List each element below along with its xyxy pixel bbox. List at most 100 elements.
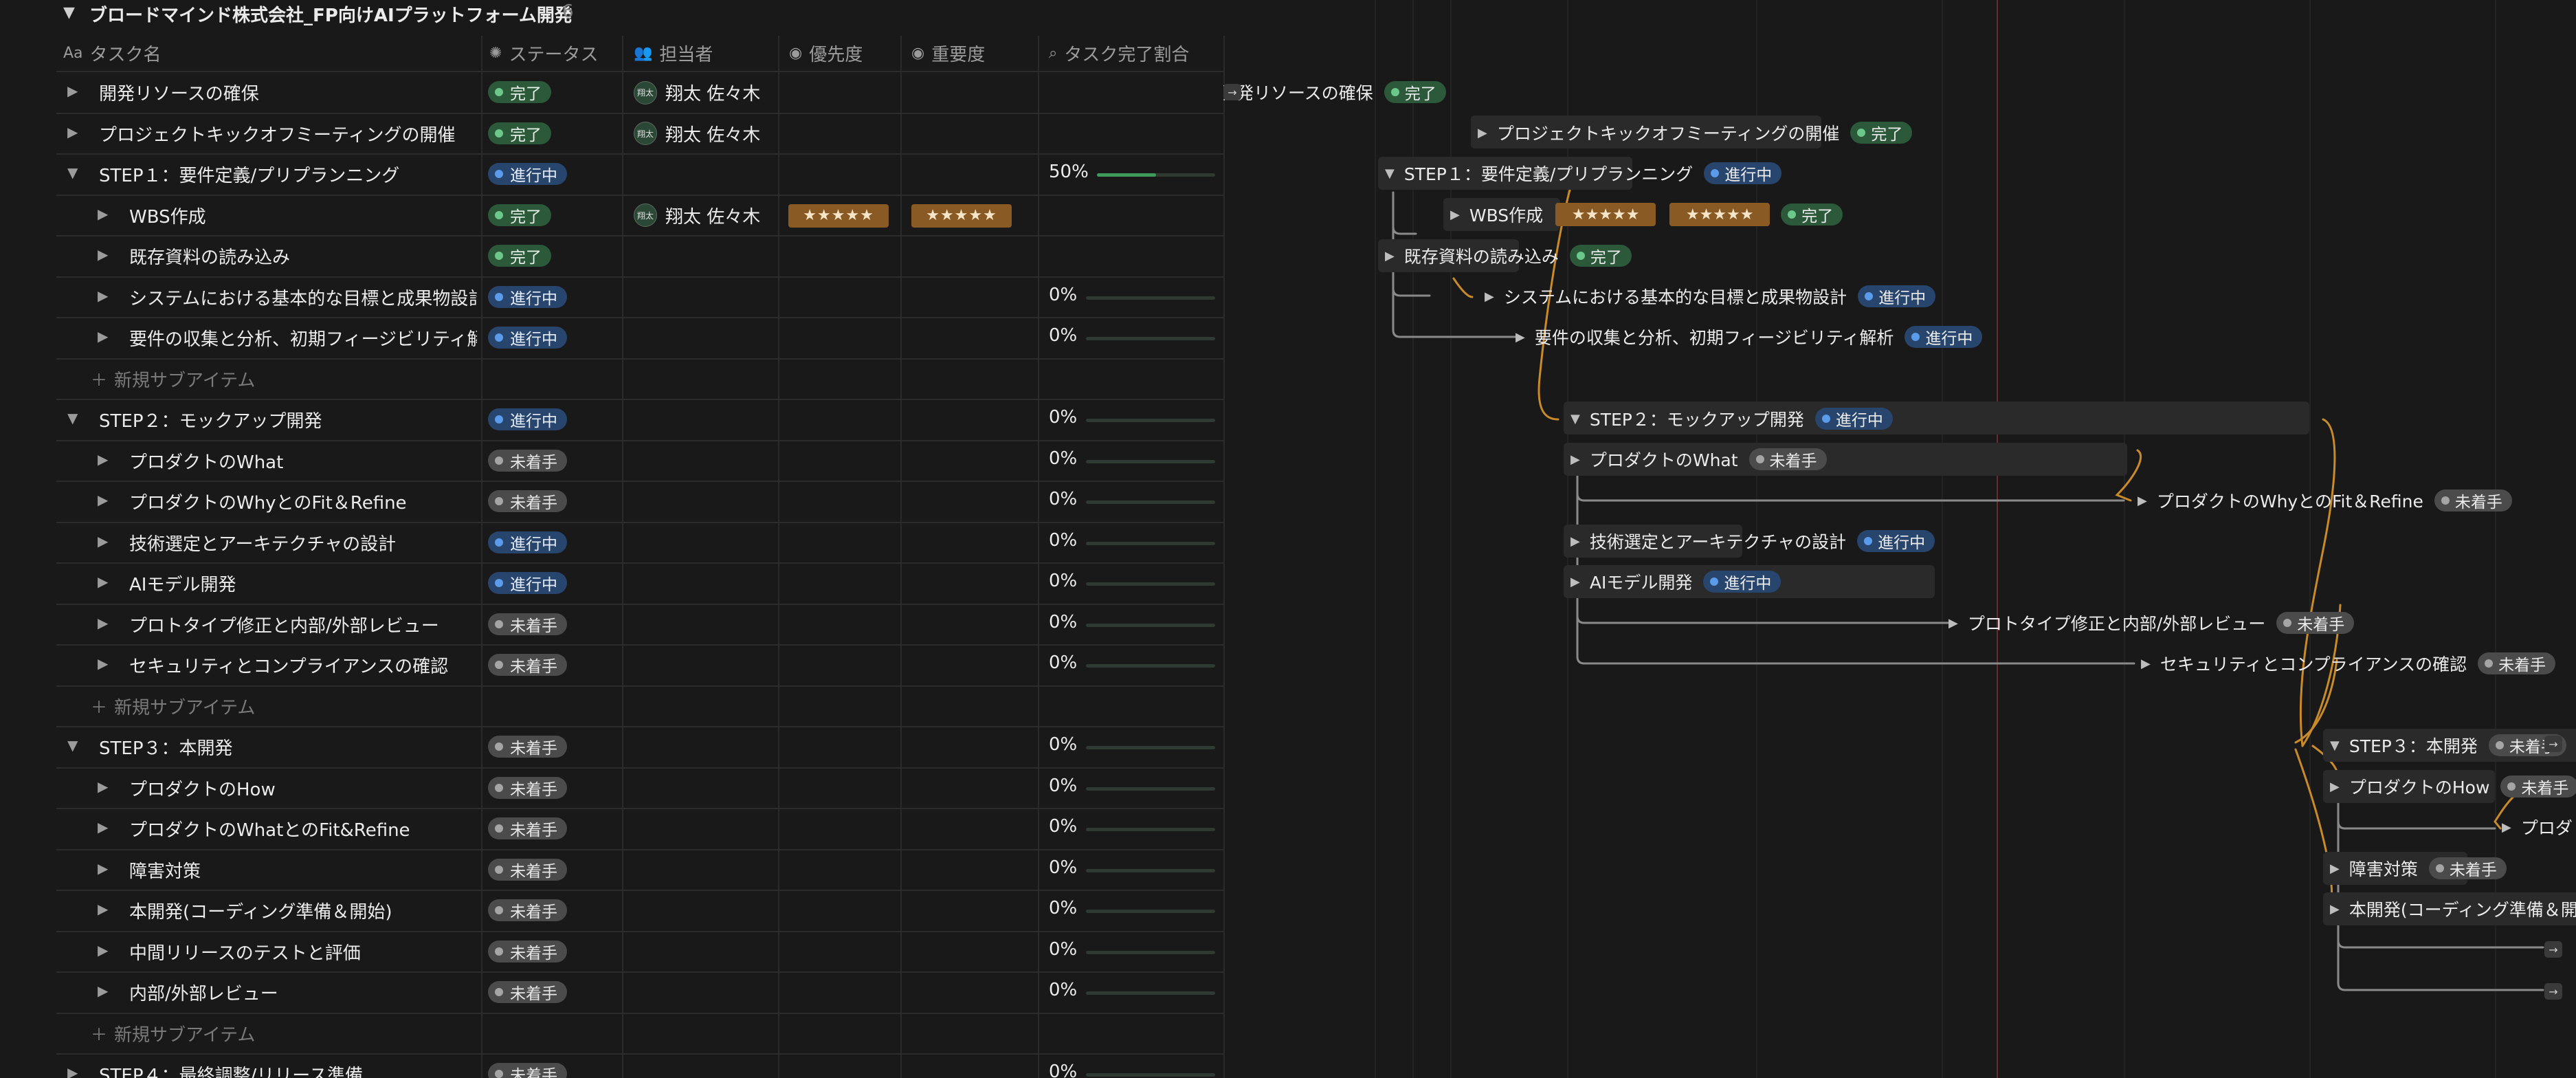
expand-triangle-icon[interactable]: ▶: [1570, 452, 1580, 467]
expand-triangle-icon[interactable]: ▼: [67, 737, 78, 754]
status-badge[interactable]: 未着手: [488, 981, 567, 1003]
table-row[interactable]: ▶ プロダクトのWhyとのFit＆Refine 未着手 0%: [0, 481, 1223, 521]
status-badge[interactable]: 未着手: [488, 449, 567, 472]
column-header-completion[interactable]: ⌕ タスク完了割合: [1049, 36, 1189, 70]
status-badge[interactable]: 完了: [1569, 245, 1632, 267]
column-header-status[interactable]: ✺ ステータス: [489, 36, 598, 70]
table-row[interactable]: ▶ プロダクトのHow 未着手 0%: [0, 767, 1223, 808]
new-subitem-row[interactable]: ＋ 新規サブアイテム: [0, 1013, 1223, 1053]
timeline-item[interactable]: ▶ 既存資料の読み込み 完了: [1385, 242, 1632, 270]
expand-triangle-icon[interactable]: ▶: [98, 860, 108, 877]
expand-triangle-icon[interactable]: ▶: [67, 124, 78, 140]
expand-triangle-icon[interactable]: ▶: [1570, 534, 1580, 549]
task-name[interactable]: 新規サブアイテム: [114, 366, 255, 392]
table-row[interactable]: ▶ 技術選定とアーキテクチャの設計 進行中 0%: [0, 522, 1223, 562]
assignee-cell[interactable]: 翔太 翔太 佐々木: [634, 80, 760, 105]
timeline-item[interactable]: ▶ プロダ: [2502, 813, 2573, 841]
priority-stars[interactable]: ★★★★★: [788, 204, 889, 228]
task-name[interactable]: WBS作成: [129, 203, 206, 228]
status-badge[interactable]: 完了: [488, 122, 551, 144]
expand-triangle-icon[interactable]: ▶: [2502, 820, 2511, 835]
arrow-right-icon[interactable]: →: [2544, 941, 2562, 958]
status-badge[interactable]: 進行中: [488, 327, 567, 349]
table-row[interactable]: ▶ プロジェクトキックオフミーティングの開催 完了 翔太 翔太 佐々木: [0, 113, 1223, 153]
column-header-importance[interactable]: ◉ 重要度: [911, 36, 985, 70]
new-subitem-row[interactable]: ＋ 新規サブアイテム: [0, 685, 1223, 726]
table-row[interactable]: ▶ 本開発(コーディング準備＆開始) 未着手 0%: [0, 890, 1223, 930]
status-badge[interactable]: 進行中: [1858, 285, 1936, 307]
status-badge[interactable]: 進行中: [1814, 408, 1893, 430]
timeline-item[interactable]: ▶ 要件の収集と分析、初期フィージビリティ解析 進行中: [1515, 323, 1983, 351]
expand-triangle-icon[interactable]: ▶: [2138, 494, 2147, 508]
timeline-item[interactable]: ▶ 障害対策 未着手: [2330, 855, 2507, 882]
task-name[interactable]: 新規サブアイテム: [114, 1021, 255, 1046]
status-badge[interactable]: 未着手: [488, 776, 567, 799]
status-badge[interactable]: 完了: [488, 81, 551, 103]
task-name[interactable]: プロジェクトキックオフミーティングの開催: [99, 121, 455, 146]
table-row[interactable]: ▶ 障害対策 未着手 0%: [0, 849, 1223, 890]
expand-triangle-icon[interactable]: ▶: [98, 819, 108, 835]
task-name[interactable]: 既存資料の読み込み: [129, 243, 290, 269]
task-name[interactable]: STEP１：要件定義/プリプランニング: [99, 162, 399, 187]
task-name[interactable]: プロダクトのWhyとのFit＆Refine: [129, 489, 407, 514]
task-name[interactable]: 技術選定とアーキテクチャの設計: [129, 530, 396, 556]
expand-triangle-icon[interactable]: ▶: [2330, 861, 2340, 876]
table-row[interactable]: ▶ システムにおける基本的な目標と成果物設計 進行中 0%: [0, 276, 1223, 317]
expand-triangle-icon[interactable]: ▶: [98, 492, 108, 508]
arrow-right-icon[interactable]: →: [1223, 84, 1241, 100]
status-badge[interactable]: 未着手: [488, 736, 567, 758]
table-row[interactable]: ▶ STEP４：最終調整/リリース準備 未着手 0%: [0, 1053, 1223, 1078]
status-badge[interactable]: 進行中: [1857, 530, 1935, 552]
collapse-triangle-icon[interactable]: ▼: [1570, 412, 1580, 426]
status-badge[interactable]: 完了: [488, 204, 551, 226]
timeline-item[interactable]: ▶ WBS作成 ★★★★★ ★★★★★ 完了: [1450, 201, 1843, 228]
column-header-priority[interactable]: ◉ 優先度: [789, 36, 863, 70]
table-row[interactable]: ▶ プロトタイプ修正と内部/外部レビュー 未着手 0%: [0, 604, 1223, 644]
task-name[interactable]: STEP２：モックアップ開発: [99, 407, 322, 432]
importance-stars[interactable]: ★★★★★: [911, 204, 1012, 228]
expand-triangle-icon[interactable]: ▶: [98, 206, 108, 222]
expand-triangle-icon[interactable]: ▼: [67, 410, 78, 426]
expand-triangle-icon[interactable]: ▶: [2141, 657, 2151, 671]
table-row[interactable]: ▶ WBS作成 完了 翔太 翔太 佐々木 ★★★★★ ★★★★★: [0, 195, 1223, 235]
status-badge[interactable]: 進行中: [488, 285, 567, 308]
task-name[interactable]: AIモデル開発: [129, 571, 236, 596]
expand-triangle-icon[interactable]: ▶: [98, 451, 108, 468]
status-badge[interactable]: 進行中: [488, 163, 567, 185]
timeline-item[interactable]: 開発リソースの確保 完了: [1223, 78, 1446, 106]
status-badge[interactable]: 未着手: [2434, 490, 2512, 512]
timeline-item[interactable]: ▶ 技術選定とアーキテクチャの設計 進行中: [1570, 527, 1935, 555]
table-row[interactable]: ▼ STEP１：要件定義/プリプランニング 進行中 50%: [0, 153, 1223, 194]
timeline-item[interactable]: ▶ プロジェクトキックオフミーティングの開催 完了: [1478, 119, 1913, 146]
expand-triangle-icon[interactable]: ▶: [98, 615, 108, 631]
status-badge[interactable]: 未着手: [2478, 652, 2556, 674]
status-badge[interactable]: 完了: [1781, 204, 1843, 226]
expand-triangle-icon[interactable]: ▶: [98, 573, 108, 590]
expand-triangle-icon[interactable]: ▶: [1385, 249, 1395, 263]
expand-triangle-icon[interactable]: ▶: [98, 982, 108, 999]
timeline-item[interactable]: ▶ セキュリティとコンプライアンスの確認 未着手: [2141, 650, 2556, 677]
table-row[interactable]: ▼ STEP３：本開発 未着手 0%: [0, 726, 1223, 767]
status-badge[interactable]: 未着手: [488, 817, 567, 839]
task-name[interactable]: 要件の収集と分析、初期フィージビリティ解: [129, 325, 477, 351]
expand-triangle-icon[interactable]: ▶: [67, 1064, 78, 1078]
table-row[interactable]: ▶ 既存資料の読み込み 完了: [0, 235, 1223, 276]
expand-triangle-icon[interactable]: ▶: [98, 942, 108, 958]
expand-triangle-icon[interactable]: ▶: [1450, 208, 1460, 222]
expand-triangle-icon[interactable]: ▶: [2330, 780, 2340, 794]
task-name[interactable]: プロダクトのHow: [129, 776, 276, 801]
timeline-item[interactable]: ▼ STEP２：モックアップ開発 進行中: [1570, 405, 1893, 432]
status-badge[interactable]: 完了: [1384, 81, 1446, 103]
expand-triangle-icon[interactable]: ▶: [1948, 616, 1958, 630]
status-badge[interactable]: 未着手: [488, 490, 567, 512]
status-badge[interactable]: 進行中: [1905, 326, 1983, 348]
expand-triangle-icon[interactable]: ▶: [98, 328, 108, 344]
status-badge[interactable]: 未着手: [2276, 612, 2355, 634]
table-row[interactable]: ▶ セキュリティとコンプライアンスの確認 未着手 0%: [0, 644, 1223, 685]
status-badge[interactable]: 未着手: [1748, 448, 1827, 470]
arrow-right-icon[interactable]: →: [2544, 736, 2562, 752]
status-badge[interactable]: 未着手: [488, 899, 567, 921]
expand-triangle-icon[interactable]: ▶: [1570, 575, 1580, 589]
status-badge[interactable]: 完了: [1850, 122, 1913, 144]
timeline-item[interactable]: ▼ STEP１：要件定義/プリプランニング 進行中: [1385, 160, 1782, 187]
